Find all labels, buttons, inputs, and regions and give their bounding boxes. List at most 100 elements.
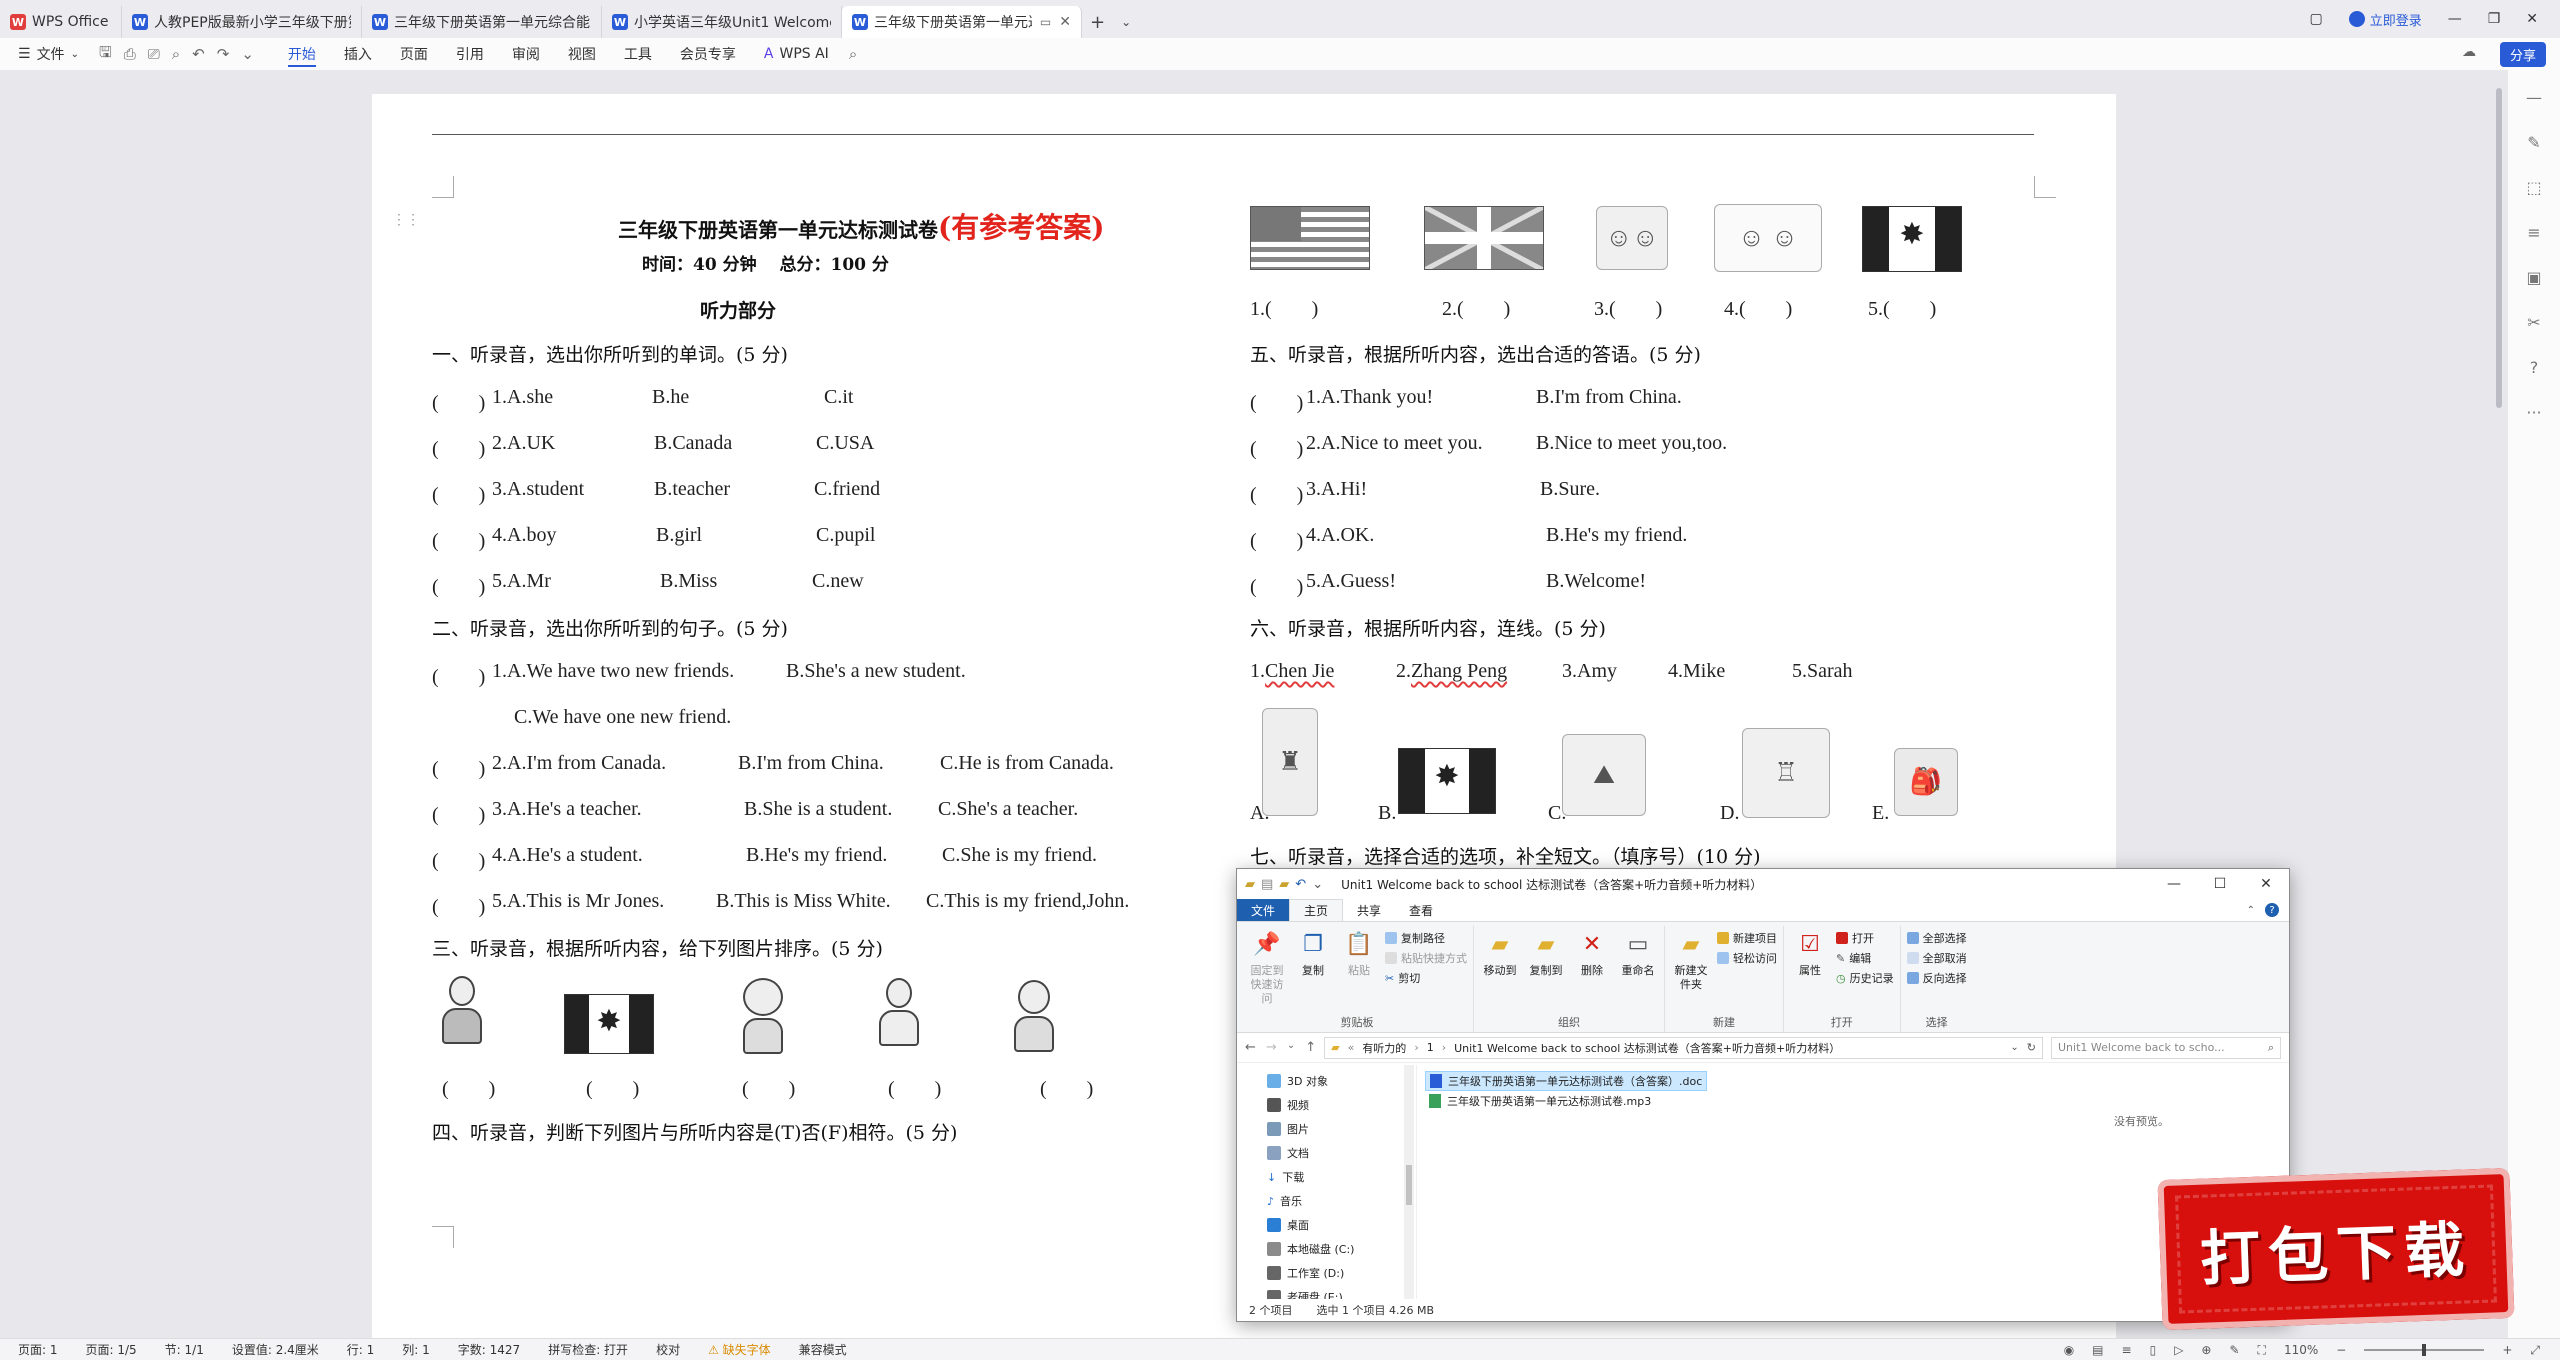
tab-doc-1[interactable]: W 人教PEP版最新小学三年级下册第一单 xyxy=(122,6,362,38)
wps-ai-button[interactable]: A WPS AI xyxy=(750,38,843,70)
explorer-titlebar[interactable]: ▰ ▤ ▰ ↶ ⌄ Unit1 Welcome back to school 达… xyxy=(1237,869,2289,899)
invert-selection-button[interactable]: 反向选择 xyxy=(1906,970,1967,986)
breadcrumb-overflow-icon[interactable]: « xyxy=(1348,1041,1355,1054)
download-package-badge[interactable]: 打包下载 xyxy=(2157,1167,2515,1331)
move-to-button[interactable]: ▰ 移动到 xyxy=(1480,926,1520,1014)
adjust-icon[interactable]: ≡ xyxy=(2527,223,2540,242)
q4-answer-1[interactable]: 1.( ) xyxy=(1250,292,1318,321)
breadcrumb-item[interactable]: 1 xyxy=(1427,1041,1434,1054)
tab-home[interactable]: 主页 xyxy=(1289,899,1344,921)
answer-blank[interactable]: ( ) xyxy=(432,798,485,827)
answer-blank[interactable]: ( ) xyxy=(432,524,485,553)
answer-blank[interactable]: ( ) xyxy=(432,660,485,689)
tab-restore-icon[interactable]: ▭ xyxy=(1040,15,1051,29)
tab-doc-4-active[interactable]: W 三年级下册英语第一单元达标测 ▭ ✕ xyxy=(842,6,1082,38)
close-icon[interactable]: ✕ xyxy=(2243,869,2289,899)
zoom-in-icon[interactable]: + xyxy=(2502,1343,2512,1357)
login-button[interactable]: 立即登录 xyxy=(2348,10,2422,29)
status-pages[interactable]: 页面: 1/5 xyxy=(86,1341,137,1358)
tab-member[interactable]: 会员专享 xyxy=(666,38,750,70)
answer-blank[interactable]: ( ) xyxy=(432,432,485,461)
eye-icon[interactable]: ◉ xyxy=(2064,1343,2074,1357)
recent-locations-icon[interactable]: ⌄ xyxy=(1287,1040,1295,1055)
more-icon[interactable]: ⌄ xyxy=(235,45,260,63)
properties-icon[interactable]: ▤ xyxy=(1261,877,1273,892)
q4-answer-4[interactable]: 4.( ) xyxy=(1724,292,1792,321)
nav-item[interactable]: 本地磁盘 (C:) xyxy=(1261,1237,1416,1261)
collapse-icon[interactable]: — xyxy=(2526,88,2542,107)
paste-button[interactable]: 📋 粘贴 xyxy=(1339,926,1379,1014)
tab-page[interactable]: 页面 xyxy=(386,38,442,70)
answer-blank[interactable]: ( ) xyxy=(432,752,485,781)
answer-blank[interactable]: ( ) xyxy=(432,478,485,507)
up-icon[interactable]: ↑ xyxy=(1305,1040,1316,1055)
web-view-icon[interactable]: ⊕ xyxy=(2201,1343,2211,1357)
tab-doc-3[interactable]: W 小学英语三年级Unit1 Welcome back xyxy=(602,6,842,38)
zoom-out-icon[interactable]: − xyxy=(2336,1343,2346,1357)
spellcheck-word[interactable]: Chen Jie xyxy=(1265,660,1334,682)
back-icon[interactable]: ← xyxy=(1245,1040,1256,1055)
search-icon[interactable]: ⌕ xyxy=(843,45,863,63)
tab-doc-2[interactable]: W 三年级下册英语第一单元综合能力提升 xyxy=(362,6,602,38)
new-folder-button[interactable]: ▰ 新建文件夹 xyxy=(1671,926,1711,1014)
status-missing-font[interactable]: ⚠ 缺失字体 xyxy=(708,1341,771,1358)
answer-blank[interactable]: ( ) xyxy=(586,1072,639,1101)
answer-blank[interactable]: ( ) xyxy=(432,844,485,873)
breadcrumb-item[interactable]: Unit1 Welcome back to school 达标测试卷（含答案+听… xyxy=(1454,1040,1840,1056)
address-bar[interactable]: ▰ « 有听力的 › 1 › Unit1 Welcome back to sch… xyxy=(1324,1036,2043,1059)
play-icon[interactable]: ▷ xyxy=(2174,1343,2183,1357)
status-page[interactable]: 页面: 1 xyxy=(18,1341,58,1358)
copy-to-button[interactable]: ▰ 复制到 xyxy=(1526,926,1566,1014)
answer-blank[interactable]: ( ) xyxy=(1250,386,1303,415)
properties-button[interactable]: ☑ 属性 xyxy=(1790,926,1830,1014)
navigation-pane[interactable]: 3D 对象 视频 图片 文档 ↓ 下载 ♪ 音乐 桌面 本地磁盘 (C:) 工作室 … xyxy=(1237,1065,1417,1299)
tab-review[interactable]: 审阅 xyxy=(498,38,554,70)
save-icon[interactable]: 🖫 xyxy=(93,42,118,67)
print-preview-icon[interactable]: ⌕ xyxy=(166,45,186,63)
nav-item[interactable]: 文档 xyxy=(1261,1141,1416,1165)
nav-item[interactable]: 视频 xyxy=(1261,1093,1416,1117)
breadcrumb-item[interactable]: 有听力的 xyxy=(1362,1040,1406,1056)
nav-item[interactable]: 老硬盘 (E:) xyxy=(1261,1285,1416,1299)
q4-answer-2[interactable]: 2.( ) xyxy=(1442,292,1510,321)
file-explorer-window[interactable]: ▰ ▤ ▰ ↶ ⌄ Unit1 Welcome back to school 达… xyxy=(1236,868,2290,1322)
file-menu[interactable]: ☰ 文件 ⌄ xyxy=(0,44,93,64)
tab-view[interactable]: 视图 xyxy=(554,38,610,70)
status-section[interactable]: 节: 1/1 xyxy=(165,1341,204,1358)
page-view-icon[interactable]: ▤ xyxy=(2092,1343,2103,1357)
image-icon[interactable]: ▣ xyxy=(2526,268,2541,287)
minimize-icon[interactable]: — xyxy=(2448,11,2462,27)
answer-blank[interactable]: ( ) xyxy=(1250,524,1303,553)
answer-blank[interactable]: ( ) xyxy=(888,1072,941,1101)
pin-quick-access-button[interactable]: 📌 固定到快速访问 xyxy=(1247,926,1287,1014)
customize-icon[interactable]: ⌄ xyxy=(1312,877,1323,892)
answer-blank[interactable]: ( ) xyxy=(442,1072,495,1101)
answer-blank[interactable]: ( ) xyxy=(1040,1072,1093,1101)
document-scrollbar[interactable] xyxy=(2496,70,2502,1346)
tab-file[interactable]: 文件 xyxy=(1237,899,1290,921)
tab-view[interactable]: 查看 xyxy=(1395,899,1447,921)
paragraph-drag-handle[interactable]: ⋮⋮ xyxy=(392,212,420,229)
explorer-search-input[interactable]: Unit1 Welcome back to scho... ⌕ xyxy=(2051,1036,2281,1059)
open-button[interactable]: 打开 xyxy=(1836,930,1894,946)
select-all-button[interactable]: 全部选择 xyxy=(1906,930,1967,946)
zoom-slider-knob[interactable] xyxy=(2422,1344,2427,1356)
scrollbar-thumb[interactable] xyxy=(2496,88,2502,408)
chevron-down-icon[interactable]: ⌄ xyxy=(1113,6,1139,38)
fit-page-icon[interactable]: ⛶ xyxy=(2258,1343,2266,1358)
help-icon[interactable]: ? xyxy=(2265,903,2279,917)
nav-scrollbar[interactable] xyxy=(1404,1065,1414,1299)
pen-icon[interactable]: ✎ xyxy=(2527,133,2540,152)
copy-button[interactable]: ❐ 复制 xyxy=(1293,926,1333,1014)
read-view-icon[interactable]: ▯ xyxy=(2150,1343,2157,1357)
answer-blank[interactable]: ( ) xyxy=(432,570,485,599)
close-icon[interactable]: ✕ xyxy=(1059,14,1071,30)
export-icon[interactable]: ⎙ xyxy=(118,45,142,63)
tab-wps-office[interactable]: W WPS Office xyxy=(0,6,122,38)
answer-blank[interactable]: ( ) xyxy=(1250,478,1303,507)
cloud-sync-icon[interactable]: ☁ xyxy=(2462,44,2476,60)
forward-icon[interactable]: → xyxy=(1266,1040,1277,1055)
undo-icon[interactable]: ↶ xyxy=(1295,877,1306,892)
answer-blank[interactable]: ( ) xyxy=(742,1072,795,1101)
status-setting[interactable]: 设置值: 2.4厘米 xyxy=(232,1341,319,1358)
